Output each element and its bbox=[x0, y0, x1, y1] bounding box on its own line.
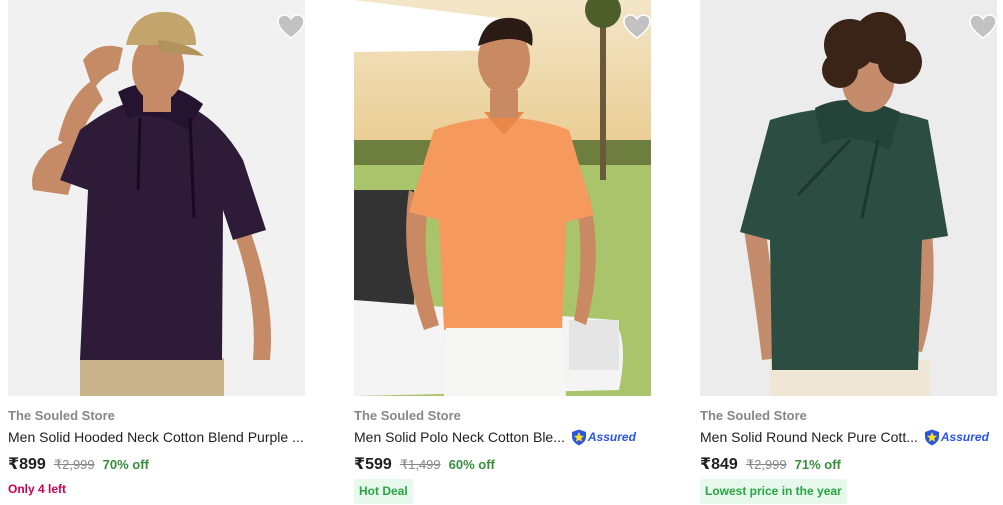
product-brand: The Souled Store bbox=[700, 408, 807, 423]
product-discount: 60% off bbox=[448, 457, 495, 472]
product-card[interactable]: The Souled Store Men Solid Polo Neck Cot… bbox=[354, 0, 651, 505]
product-mrp: ₹2,999 bbox=[53, 457, 95, 472]
product-mrp: ₹2,999 bbox=[745, 457, 787, 472]
product-image[interactable] bbox=[8, 0, 305, 396]
assured-label: Assured bbox=[940, 430, 989, 444]
wishlist-button[interactable] bbox=[277, 14, 305, 40]
product-discount: 71% off bbox=[794, 457, 841, 472]
wishlist-button[interactable] bbox=[969, 14, 997, 40]
deal-tag: Hot Deal bbox=[354, 479, 413, 504]
product-image[interactable] bbox=[700, 0, 997, 396]
product-price: ₹849 bbox=[700, 456, 738, 473]
heart-icon bbox=[623, 14, 651, 39]
assured-badge-icon bbox=[571, 429, 586, 445]
product-title[interactable]: Men Solid Polo Neck Cotton Ble... bbox=[354, 429, 565, 445]
product-price: ₹599 bbox=[354, 456, 392, 473]
heart-icon bbox=[277, 14, 305, 39]
product-brand: The Souled Store bbox=[8, 408, 115, 423]
product-title[interactable]: Men Solid Hooded Neck Cotton Blend Purpl… bbox=[8, 429, 304, 445]
product-mrp: ₹1,499 bbox=[399, 457, 441, 472]
assured-badge-icon bbox=[924, 429, 939, 445]
heart-icon bbox=[969, 14, 997, 39]
product-card[interactable]: The Souled Store Men Solid Hooded Neck C… bbox=[8, 0, 305, 505]
wishlist-button[interactable] bbox=[623, 14, 651, 40]
assured-badge: Assured bbox=[924, 429, 989, 445]
product-image[interactable] bbox=[354, 0, 651, 396]
assured-label: Assured bbox=[587, 430, 636, 444]
product-price: ₹899 bbox=[8, 456, 46, 473]
product-discount: 70% off bbox=[102, 457, 149, 472]
assured-badge: Assured bbox=[571, 429, 636, 445]
product-title[interactable]: Men Solid Round Neck Pure Cott... bbox=[700, 429, 918, 445]
product-card[interactable]: The Souled Store Men Solid Round Neck Pu… bbox=[700, 0, 997, 505]
stock-note: Only 4 left bbox=[8, 482, 67, 496]
product-brand: The Souled Store bbox=[354, 408, 461, 423]
deal-tag: Lowest price in the year bbox=[700, 479, 847, 504]
